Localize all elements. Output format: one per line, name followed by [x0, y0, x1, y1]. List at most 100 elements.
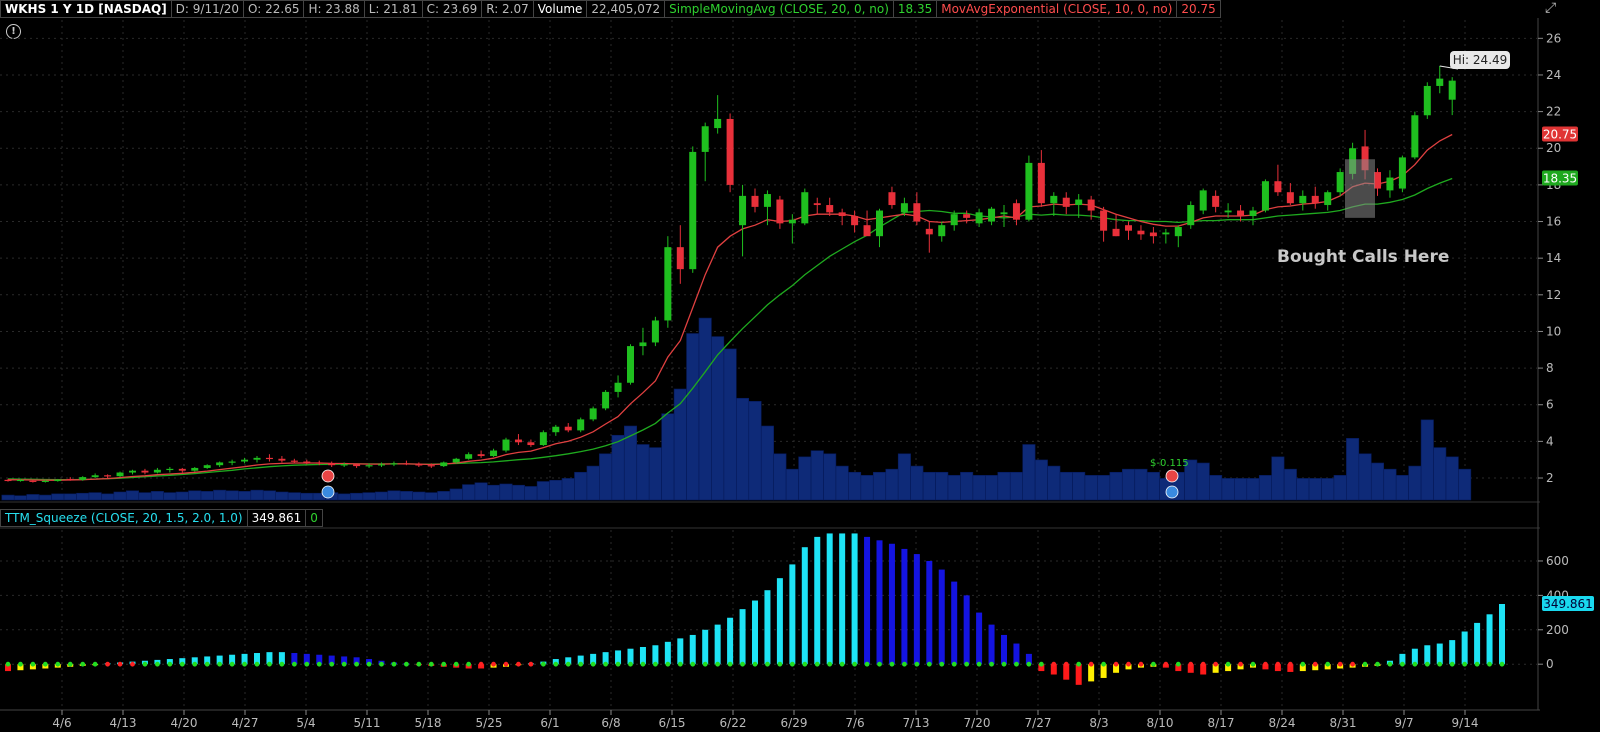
squeeze-dot — [1387, 661, 1393, 667]
squeeze-dot — [553, 661, 559, 667]
candle-body — [676, 247, 684, 270]
squeeze-dot — [1063, 661, 1069, 667]
volume-bar — [511, 484, 525, 501]
volume-bar — [1009, 471, 1023, 501]
squeeze-dot — [1238, 661, 1243, 667]
squeeze-dot — [802, 661, 808, 667]
squeeze-dot — [914, 661, 920, 667]
candle-body — [216, 462, 224, 466]
volume-bar — [474, 482, 488, 501]
price-chart[interactable]: 4/6 4/13 4/20 4/27 5/4 5/11 5/18 5/25 6/1 6/8 6/15… — [0, 0, 1600, 732]
candle-body — [1075, 199, 1083, 206]
squeeze-dot — [67, 661, 73, 667]
candle-body — [1199, 190, 1207, 211]
volume-bar — [38, 494, 52, 501]
volume-bar — [997, 471, 1011, 501]
candle-body — [838, 212, 846, 217]
volume-bar — [524, 486, 538, 501]
x-tick-label: 6/15 — [659, 716, 686, 730]
momentum-bar — [826, 533, 833, 665]
x-tick-label: 5/25 — [476, 716, 503, 730]
volume-bar — [972, 475, 986, 501]
squeeze-dot — [1424, 661, 1430, 667]
candle-body — [166, 468, 174, 471]
x-tick-label: 8/31 — [1330, 716, 1357, 730]
momentum-bar — [677, 638, 684, 665]
volume-bar — [1072, 471, 1086, 501]
squeeze-dot — [814, 661, 820, 667]
candle-body — [1112, 228, 1120, 237]
x-tick-label: 7/13 — [903, 716, 930, 730]
squeeze-dot — [1101, 661, 1106, 667]
momentum-bar — [1075, 664, 1082, 685]
squeeze-dot — [5, 661, 11, 667]
volume-bar — [798, 456, 812, 501]
y-tick-label: 200 — [1546, 623, 1569, 637]
x-tick-label: 4/20 — [171, 716, 198, 730]
candle-body — [502, 439, 510, 451]
candle-body — [1448, 80, 1456, 100]
squeeze-dot — [80, 661, 86, 667]
candle-body — [900, 203, 908, 213]
volume-bar — [549, 479, 563, 501]
volume-bar — [225, 490, 239, 501]
squeeze-dot — [1225, 661, 1231, 667]
squeeze-dot — [1350, 661, 1355, 667]
volume-bar — [275, 491, 289, 501]
candle-body — [54, 479, 62, 482]
squeeze-dot — [1312, 661, 1318, 667]
squeeze-dot — [839, 661, 845, 667]
squeeze-dot — [404, 661, 409, 667]
x-tick-label: 4/13 — [110, 716, 137, 730]
volume-bar — [1358, 453, 1372, 501]
bought-calls-annotation: Bought Calls Here — [1277, 247, 1449, 267]
y-tick-label: 4 — [1546, 434, 1554, 448]
momentum-bar — [814, 536, 821, 665]
squeeze-dot — [740, 661, 745, 667]
volume-bar — [636, 444, 650, 501]
squeeze-dot — [1200, 661, 1206, 667]
volume-bar — [574, 471, 588, 501]
y-tick-label: 600 — [1546, 554, 1569, 568]
candle-body — [365, 465, 373, 467]
volume-bar — [1047, 465, 1061, 501]
candle-body — [353, 464, 361, 467]
earnings-marker-icon — [1165, 469, 1179, 483]
momentum-bar — [1449, 640, 1456, 665]
x-tick-label: 8/17 — [1208, 716, 1235, 730]
dividend-marker-icon — [1165, 485, 1179, 499]
volume-bar — [126, 490, 140, 501]
candle-body — [763, 194, 771, 207]
volume-bar — [63, 493, 77, 501]
squeeze-dot — [603, 661, 608, 667]
squeeze-dot — [1400, 661, 1405, 667]
x-tick-label: 4/6 — [52, 716, 71, 730]
momentum-bar — [1001, 634, 1007, 665]
candle-body — [191, 467, 199, 471]
candle-body — [265, 457, 273, 460]
volume-bar — [661, 413, 675, 501]
y-tick-label: 24 — [1546, 68, 1561, 82]
momentum-bar — [776, 578, 783, 665]
squeeze-dot — [1014, 661, 1019, 667]
volume-bar — [462, 484, 476, 501]
squeeze-dot — [976, 661, 982, 667]
candle-body — [452, 458, 460, 463]
candle-body — [477, 454, 485, 457]
candle-body — [589, 408, 597, 420]
volume-bar — [26, 494, 40, 501]
candle-body — [826, 205, 834, 213]
candle-body — [41, 480, 49, 482]
y-tick-label: 6 — [1546, 398, 1554, 412]
squeeze-dot — [1375, 661, 1380, 667]
volume-bar — [835, 465, 849, 501]
squeeze-dot — [142, 661, 148, 667]
squeeze-dot — [752, 661, 758, 667]
squeeze-dot — [864, 661, 870, 667]
squeeze-dot — [1051, 661, 1057, 667]
squeeze-dot — [416, 661, 422, 667]
candle-body — [577, 419, 585, 431]
volume-bar — [101, 493, 115, 501]
squeeze-dot — [777, 661, 783, 667]
volume-bar — [885, 468, 899, 501]
